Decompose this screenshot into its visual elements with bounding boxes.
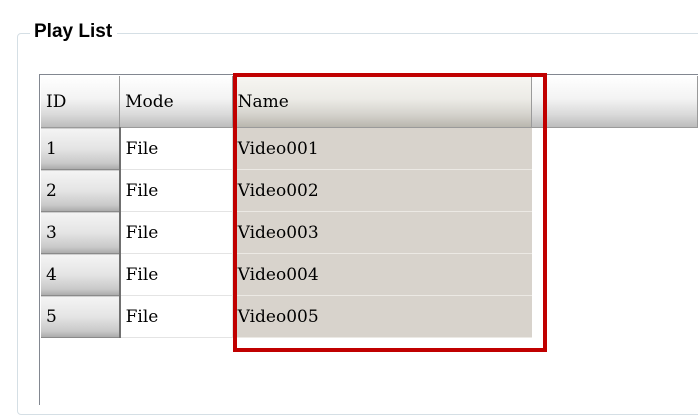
mode-cell[interactable]: File <box>119 211 233 254</box>
table-row[interactable]: 5 File Video005 <box>41 295 698 338</box>
empty-cell <box>532 128 698 170</box>
empty-cell <box>532 212 698 254</box>
column-header-filler <box>531 76 698 128</box>
row-header-id[interactable]: 2 <box>41 169 121 212</box>
playlist-title: Play List <box>30 18 118 46</box>
playlist-table[interactable]: ID Mode Name 1 File Video001 2 File Vide… <box>41 76 698 338</box>
name-cell[interactable]: Video002 <box>232 169 532 212</box>
table-row[interactable]: 2 File Video002 <box>41 169 698 212</box>
name-cell[interactable]: Video001 <box>232 127 532 170</box>
row-header-id[interactable]: 4 <box>41 253 121 296</box>
table-header-row: ID Mode Name <box>41 76 698 128</box>
mode-cell[interactable]: File <box>119 169 233 212</box>
table-row[interactable]: 4 File Video004 <box>41 253 698 296</box>
row-header-id[interactable]: 5 <box>41 295 121 338</box>
empty-cell <box>532 170 698 212</box>
table-row[interactable]: 1 File Video001 <box>41 127 698 170</box>
mode-cell[interactable]: File <box>119 253 233 296</box>
mode-cell[interactable]: File <box>119 127 233 170</box>
empty-cell <box>532 296 698 338</box>
name-cell[interactable]: Video003 <box>232 211 532 254</box>
empty-cell <box>532 254 698 296</box>
mode-cell[interactable]: File <box>119 295 233 338</box>
name-cell[interactable]: Video004 <box>232 253 532 296</box>
name-cell[interactable]: Video005 <box>232 295 532 338</box>
row-header-id[interactable]: 1 <box>41 127 121 170</box>
column-header-mode[interactable]: Mode <box>119 76 233 128</box>
column-header-id[interactable]: ID <box>41 76 121 128</box>
table-row[interactable]: 3 File Video003 <box>41 211 698 254</box>
row-header-id[interactable]: 3 <box>41 211 121 254</box>
column-header-name[interactable]: Name <box>232 76 533 128</box>
